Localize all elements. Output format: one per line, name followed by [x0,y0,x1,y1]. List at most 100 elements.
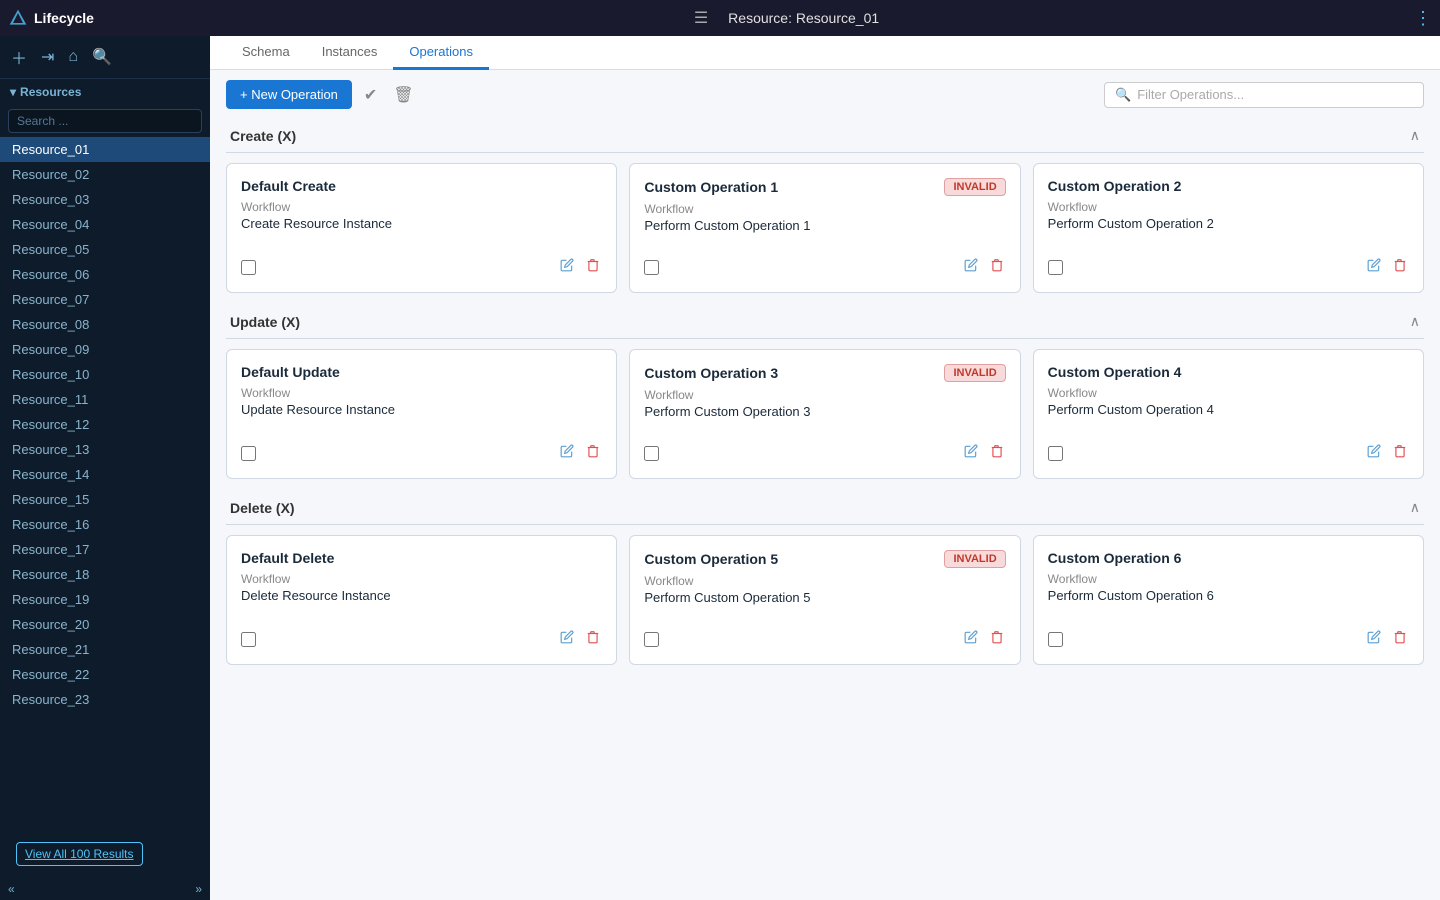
home-button[interactable]: ⌂ [65,45,81,69]
delete-card-button[interactable] [1391,628,1409,650]
op-card: Custom Operation 3INVALIDWorkflowPerform… [629,349,1020,479]
op-card-checkbox[interactable] [1048,446,1063,461]
expand-right-icon[interactable]: » [195,882,202,896]
sidebar-item[interactable]: Resource_06 [0,262,210,287]
op-card-workflow-value: Perform Custom Operation 5 [644,590,1005,605]
import-button[interactable]: ⇥ [38,44,57,70]
filter-operations-input[interactable] [1137,87,1413,102]
delete-card-button[interactable] [1391,442,1409,464]
section-collapse-icon-update[interactable]: ∧ [1410,313,1420,330]
invalid-badge: INVALID [944,178,1005,196]
sidebar-item[interactable]: Resource_01 [0,137,210,162]
sidebar-item[interactable]: Resource_05 [0,237,210,262]
sidebar-item[interactable]: Resource_09 [0,337,210,362]
op-card: Default DeleteWorkflowDelete Resource In… [226,535,617,665]
op-card-workflow-label: Workflow [1048,572,1409,586]
filter-input-wrap: 🔍 [1104,82,1424,108]
sidebar-item[interactable]: Resource_20 [0,612,210,637]
sidebar-item[interactable]: Resource_14 [0,462,210,487]
sidebar-item[interactable]: Resource_21 [0,637,210,662]
sidebar-toolbar: ＋ ⇥ ⌂ 🔍 [0,36,210,79]
edit-card-button[interactable] [1365,628,1383,650]
sidebar-item[interactable]: Resource_04 [0,212,210,237]
topbar-more-icon[interactable]: ⋮ [1414,8,1432,29]
op-card-workflow-value: Perform Custom Operation 3 [644,404,1005,419]
edit-card-button[interactable] [1365,442,1383,464]
delete-card-button[interactable] [988,442,1006,464]
sidebar-item[interactable]: Resource_17 [0,537,210,562]
op-card-checkbox[interactable] [241,446,256,461]
op-card-actions [962,442,1006,464]
search-button[interactable]: 🔍 [89,44,115,70]
main-content: SchemaInstancesOperations + New Operatio… [210,36,1440,900]
sidebar-section-header[interactable]: ▾ Resources [0,79,210,105]
sidebar-item[interactable]: Resource_02 [0,162,210,187]
op-card-checkbox[interactable] [1048,632,1063,647]
delete-card-button[interactable] [584,442,602,464]
op-card-checkbox[interactable] [1048,260,1063,275]
section-collapse-icon-delete[interactable]: ∧ [1410,499,1420,516]
delete-selected-button[interactable]: 🗑 [389,81,417,109]
op-card-checkbox[interactable] [241,260,256,275]
section-collapse-icon-create[interactable]: ∧ [1410,127,1420,144]
topbar-menu-icon[interactable]: ☰ [694,8,708,28]
op-card-header: Custom Operation 6 [1048,550,1409,566]
op-card: Custom Operation 2WorkflowPerform Custom… [1033,163,1424,293]
delete-card-button[interactable] [584,256,602,278]
app-logo: Lifecycle [8,8,694,28]
topbar: Lifecycle ☰ Resource: Resource_01 ⋮ [0,0,1440,36]
op-card-footer [644,432,1005,464]
sidebar-item[interactable]: Resource_07 [0,287,210,312]
sidebar-item[interactable]: Resource_15 [0,487,210,512]
op-card-checkbox[interactable] [644,632,659,647]
sidebar-item[interactable]: Resource_10 [0,362,210,387]
tab-operations[interactable]: Operations [393,36,489,70]
new-operation-button[interactable]: + New Operation [226,80,352,109]
op-card-header: Custom Operation 1INVALID [644,178,1005,196]
op-card-checkbox[interactable] [241,632,256,647]
delete-card-button[interactable] [584,628,602,650]
sidebar-item[interactable]: Resource_18 [0,562,210,587]
edit-card-button[interactable] [558,442,576,464]
collapse-left-icon[interactable]: « [8,882,15,896]
edit-card-button[interactable] [962,256,980,278]
tab-schema[interactable]: Schema [226,36,306,70]
sidebar-item[interactable]: Resource_19 [0,587,210,612]
section-header-create: Create (X)∧ [226,119,1424,153]
op-card-footer [1048,432,1409,464]
op-card-actions [1365,628,1409,650]
sidebar-item[interactable]: Resource_11 [0,387,210,412]
sidebar-item[interactable]: Resource_03 [0,187,210,212]
op-card-workflow-label: Workflow [241,386,602,400]
delete-card-button[interactable] [1391,256,1409,278]
sidebar-item[interactable]: Resource_12 [0,412,210,437]
edit-card-button[interactable] [558,628,576,650]
tab-instances[interactable]: Instances [306,36,394,70]
op-card-footer [644,618,1005,650]
search-input[interactable] [8,109,202,133]
section-create: Create (X)∧ Default CreateWorkflowCreate … [226,119,1424,293]
op-card-workflow-value: Perform Custom Operation 4 [1048,402,1409,417]
sidebar-item[interactable]: Resource_22 [0,662,210,687]
edit-card-button[interactable] [1365,256,1383,278]
sidebar-item[interactable]: Resource_16 [0,512,210,537]
view-all-button[interactable]: View All 100 Results [16,842,143,866]
edit-card-button[interactable] [558,256,576,278]
edit-card-button[interactable] [962,442,980,464]
add-resource-button[interactable]: ＋ [8,42,30,72]
op-card: Default CreateWorkflowCreate Resource In… [226,163,617,293]
op-card-checkbox[interactable] [644,260,659,275]
sidebar-item[interactable]: Resource_08 [0,312,210,337]
edit-card-button[interactable] [962,628,980,650]
op-card-workflow-value: Delete Resource Instance [241,588,602,603]
op-card-checkbox[interactable] [644,446,659,461]
delete-card-button[interactable] [988,628,1006,650]
chevron-down-icon: ▾ [10,85,16,99]
delete-card-button[interactable] [988,256,1006,278]
sidebar-item[interactable]: Resource_13 [0,437,210,462]
validate-button[interactable]: ✔ [360,81,381,109]
op-card-workflow-value: Perform Custom Operation 6 [1048,588,1409,603]
app-name: Lifecycle [34,10,94,26]
sidebar-item[interactable]: Resource_23 [0,687,210,712]
op-card-footer [1048,246,1409,278]
